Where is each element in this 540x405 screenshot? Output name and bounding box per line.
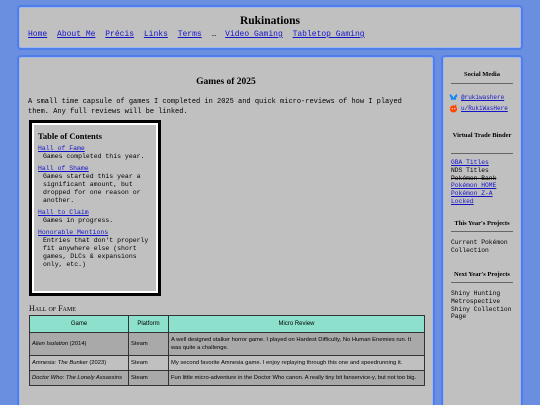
- divider: [451, 83, 513, 84]
- table-row: Amnesia: The Bunker (2023) Steam My seco…: [29, 355, 425, 371]
- bluesky-handle[interactable]: @rukiwashere: [461, 94, 504, 101]
- toc-desc: Entries that don't properly fit anywhere…: [43, 237, 149, 268]
- platform-cell: Steam: [128, 355, 169, 371]
- sidebar-panel: Social Media @rukiwashere u/RukiWasHere …: [441, 55, 523, 405]
- site-title: Rukinations: [239, 15, 301, 27]
- list-item: Shiny Hunting: [451, 290, 501, 297]
- nav-precis[interactable]: Précis: [105, 30, 134, 39]
- hall-of-fame-table: Game Platform Micro Review Alien Isolati…: [29, 315, 425, 386]
- review-cell: A well designed stalker horror game. I p…: [168, 332, 425, 356]
- column-header-platform: Platform: [128, 315, 169, 333]
- game-year: (2014): [69, 341, 87, 347]
- game-cell: Doctor Who: The Lonely Assassins: [29, 370, 129, 386]
- toc-link-honorable-mentions[interactable]: Honorable Mentions: [38, 229, 152, 237]
- divider: [451, 231, 513, 232]
- list-item: Current Pokémon: [451, 239, 508, 246]
- header-panel: Rukinations Home About Me Précis Links T…: [17, 5, 523, 50]
- review-cell: My second favorite Amnesia game. I enjoy…: [168, 355, 425, 371]
- binder-link-pokemon-za[interactable]: Pokémon Z-A: [451, 190, 496, 198]
- bluesky-icon: [449, 93, 458, 100]
- top-nav: Home About Me Précis Links Terms … Video…: [28, 30, 370, 39]
- toc-desc: Games started this year a significant am…: [43, 173, 141, 204]
- social-link-bluesky[interactable]: @rukiwashere: [449, 93, 504, 102]
- page-title: Games of 2025: [196, 77, 256, 87]
- list-item: Collection: [451, 246, 489, 254]
- divider: [451, 282, 513, 283]
- social-link-reddit[interactable]: u/RukiWasHere: [449, 104, 508, 113]
- nav-separator: …: [211, 30, 217, 39]
- next-year-projects-list: Shiny Hunting Metrospective Shiny Collec…: [451, 290, 511, 321]
- game-title: Amnesia: The Bunker: [32, 360, 88, 366]
- table-row: Doctor Who: The Lonely Assassins Steam F…: [29, 370, 425, 386]
- list-item: Shiny Collection: [451, 305, 512, 313]
- game-year: (2023): [89, 360, 107, 366]
- binder-link-pokemon-home[interactable]: Pokémon HOME: [451, 182, 496, 190]
- next-year-projects-heading: Next Year's Projects: [454, 271, 510, 278]
- trade-binder-list: GBA Titles NDS Titles Pokémon Bank Pokém…: [451, 159, 496, 206]
- toc-item: Hall of Shame Games started this year a …: [38, 165, 152, 205]
- toc-desc: Games in progress.: [43, 217, 114, 224]
- reddit-icon: [449, 104, 458, 113]
- column-header-game: Game: [29, 315, 129, 333]
- nav-links[interactable]: Links: [144, 30, 168, 39]
- toc-link-hall-of-fame[interactable]: Hall of Fame: [38, 145, 152, 153]
- toc-item: Hall to Claim Games in progress.: [38, 209, 152, 225]
- game-cell: Amnesia: The Bunker (2023): [29, 355, 129, 371]
- toc-item: Honorable Mentions Entries that don't pr…: [38, 229, 152, 269]
- list-item: Metrospective: [451, 297, 501, 305]
- nav-terms[interactable]: Terms: [178, 30, 202, 39]
- toc-link-hall-of-shame[interactable]: Hall of Shame: [38, 165, 152, 173]
- table-row: Alien Isolation (2014) Steam A well desi…: [29, 332, 425, 356]
- main-content-panel: Games of 2025 A small time capsule of ga…: [17, 55, 435, 405]
- platform-cell: Steam: [128, 332, 169, 356]
- binder-link-locked[interactable]: Locked: [451, 198, 496, 206]
- binder-link-gba-titles[interactable]: GBA Titles: [451, 159, 496, 167]
- reddit-handle[interactable]: u/RukiWasHere: [461, 105, 508, 112]
- social-media-heading: Social Media: [464, 71, 500, 78]
- hall-of-fame-heading: Hall of Fame: [29, 304, 76, 313]
- game-title: Alien Isolation: [32, 341, 69, 347]
- nav-tabletop-gaming[interactable]: Tabletop Gaming: [293, 30, 365, 39]
- toc-desc: Games completed this year.: [43, 153, 145, 160]
- trade-binder-heading: Virtual Trade Binder: [452, 132, 512, 139]
- nav-video-gaming[interactable]: Video Gaming: [225, 30, 283, 39]
- list-item: Page: [451, 313, 467, 321]
- toc-item: Hall of Fame Games completed this year.: [38, 145, 152, 161]
- divider: [451, 153, 513, 154]
- nav-about-me[interactable]: About Me: [57, 30, 95, 39]
- platform-cell: Steam: [128, 370, 169, 386]
- binder-item-pokemon-bank: Pokémon Bank: [451, 174, 497, 182]
- binder-item-nds-titles: NDS Titles: [451, 166, 489, 174]
- this-year-projects-heading: This Year's Projects: [454, 220, 510, 227]
- toc-title: Table of Contents: [38, 131, 102, 141]
- this-year-projects-list: Current Pokémon Collection: [451, 239, 508, 255]
- nav-home[interactable]: Home: [28, 30, 47, 39]
- game-title: Doctor Who: The Lonely Assassins: [32, 375, 122, 381]
- review-cell: Fun little micro-adventure in the Doctor…: [168, 370, 425, 386]
- intro-text: A small time capsule of games I complete…: [28, 98, 402, 116]
- game-cell: Alien Isolation (2014): [29, 332, 129, 356]
- column-header-micro-review: Micro Review: [168, 315, 425, 333]
- table-of-contents: Table of Contents Hall of Fame Games com…: [29, 120, 161, 296]
- toc-link-hall-to-claim[interactable]: Hall to Claim: [38, 209, 152, 217]
